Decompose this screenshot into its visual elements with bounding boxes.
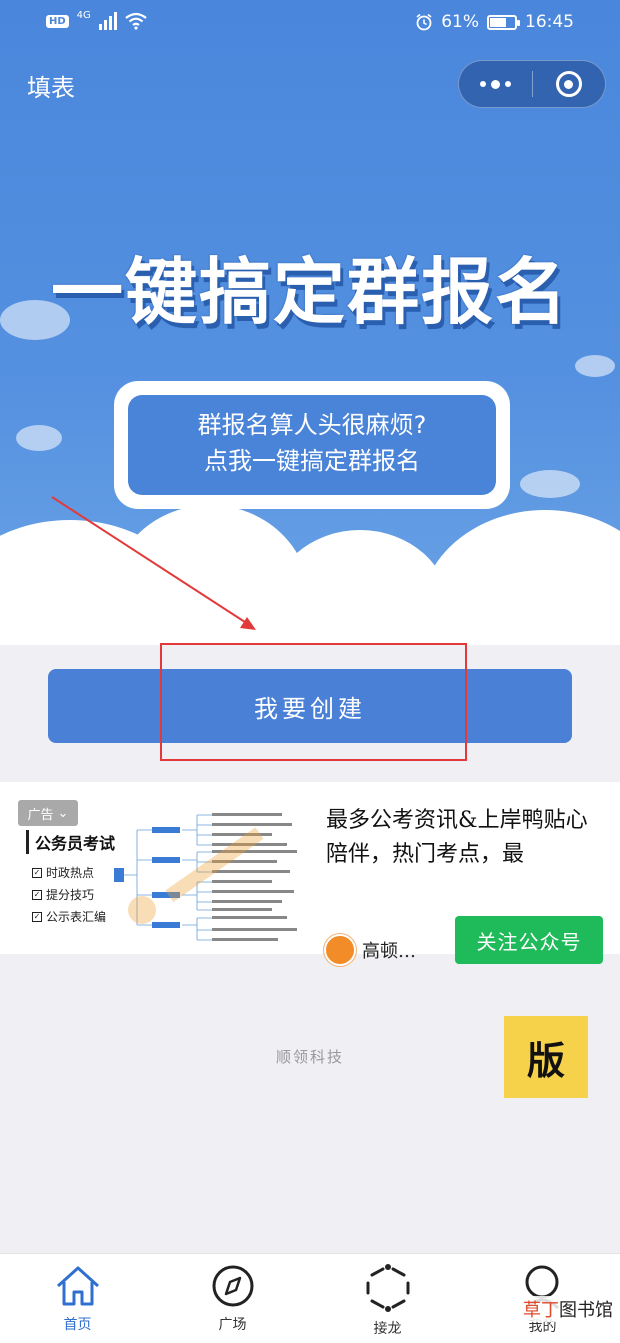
brand-logo-icon: [324, 934, 356, 966]
ad-left-item: ✓ 提分技巧: [32, 888, 95, 902]
ad-tag-label: 广告: [27, 807, 54, 823]
tab-chain[interactable]: 接龙: [310, 1254, 465, 1343]
follow-account-button[interactable]: 关注公众号: [455, 916, 603, 964]
tab-square[interactable]: 广场: [155, 1254, 310, 1343]
check-icon: ✓: [32, 912, 42, 922]
tab-label: 接龙: [373, 1321, 402, 1337]
ad-brand: 高顿…: [324, 934, 416, 966]
ad-brand-name: 高顿…: [362, 941, 416, 962]
home-icon: [56, 1266, 99, 1306]
app-screen: 填表 一键搞定群报名 群报名算人头很麻烦? 点我一键搞定群报名 HD 4G 61…: [0, 0, 620, 1343]
compass-icon: [212, 1265, 253, 1307]
ad-tag[interactable]: 广告 ⌄: [18, 800, 78, 826]
tab-label: 首页: [63, 1317, 92, 1333]
check-icon: ✓: [32, 890, 42, 900]
ad-left-title: 公务员考试: [26, 830, 115, 854]
hexagon-dots-icon: [366, 1264, 409, 1312]
version-badge[interactable]: 版: [504, 1016, 588, 1098]
ad-description: 最多公考资讯&上岸鸭贴心陪伴，热门考点，最: [326, 808, 588, 867]
ad-exam-card: 公务员考试 ✓ 时政热点 ✓ 提分技巧 ✓ 公示表汇编: [26, 830, 115, 928]
ad-left-item: ✓ 时政热点: [32, 866, 95, 880]
chevron-down-icon: ⌄: [57, 805, 69, 821]
tab-home[interactable]: 首页: [0, 1254, 155, 1343]
mind-map-image: [114, 813, 297, 941]
annotation-highlight-box: [160, 643, 467, 761]
tab-label: 广场: [218, 1317, 247, 1333]
ad-left-item: ✓ 公示表汇编: [32, 910, 107, 924]
watermark: 草丁图书馆: [520, 1296, 616, 1322]
check-icon: ✓: [32, 868, 42, 878]
